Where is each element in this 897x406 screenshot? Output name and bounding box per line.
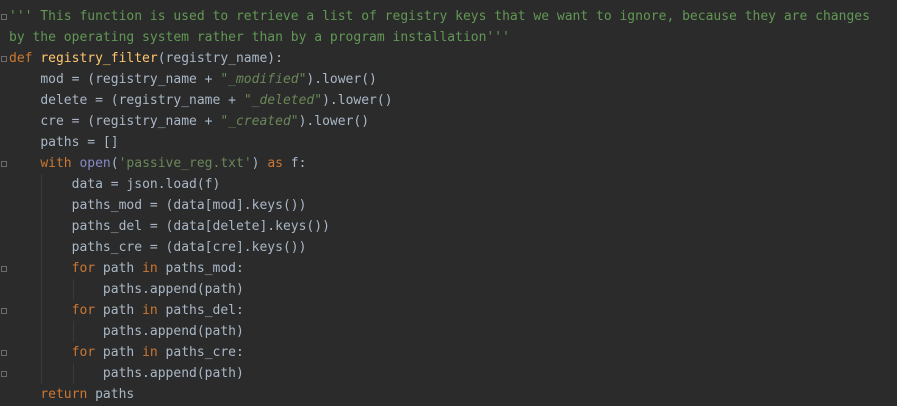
fold-marker-icon[interactable] — [1, 266, 7, 272]
code-line[interactable]: return paths — [9, 384, 870, 405]
fold-marker-icon[interactable] — [1, 371, 7, 377]
code-line[interactable]: for path in paths_cre: — [9, 342, 870, 363]
code-token: "_created" — [220, 114, 299, 129]
code-token: f: — [282, 156, 307, 171]
code-token: data = json.load(f) — [71, 177, 221, 192]
code-token: with — [40, 156, 72, 171]
fold-marker-icon[interactable] — [1, 56, 7, 62]
code-token: paths — [87, 387, 135, 402]
code-token: paths_mod: — [157, 261, 244, 276]
code-token: paths = [] — [40, 135, 119, 150]
code-line[interactable]: with open('passive_reg.txt') as f: — [9, 153, 870, 174]
code-token: paths_del = (data[delete].keys()) — [71, 219, 330, 234]
fold-gutter — [0, 0, 9, 406]
code-token: paths_cre = (data[cre].keys()) — [71, 240, 307, 255]
code-line[interactable]: for path in paths_del: — [9, 300, 870, 321]
fold-marker-icon[interactable] — [1, 161, 7, 167]
code-token: path — [95, 303, 143, 318]
code-token: ( — [110, 156, 119, 171]
code-token: path — [95, 345, 143, 360]
code-line[interactable]: paths.append(path) — [9, 321, 870, 342]
code-token: for — [71, 303, 96, 318]
code-token: paths_del: — [157, 303, 244, 318]
code-line[interactable]: paths_cre = (data[cre].keys()) — [9, 237, 870, 258]
code-area[interactable]: ''' This function is used to retrieve a … — [9, 6, 870, 405]
code-line[interactable]: paths_del = (data[delete].keys()) — [9, 216, 870, 237]
code-token: open — [79, 156, 111, 171]
code-token: def — [9, 51, 33, 66]
code-token: "_deleted" — [243, 93, 323, 108]
code-token: path — [95, 261, 143, 276]
fold-marker-icon[interactable] — [1, 14, 7, 20]
code-token: paths_cre: — [157, 345, 244, 360]
code-line[interactable]: paths_mod = (data[mod].keys()) — [9, 195, 870, 216]
code-token: ).lower() — [306, 72, 377, 87]
code-token: return — [40, 387, 88, 402]
code-line[interactable]: paths.append(path) — [9, 279, 870, 300]
code-token: mod = (registry_name + — [40, 72, 221, 87]
fold-marker-icon[interactable] — [1, 350, 7, 356]
code-line[interactable]: by the operating system rather than by a… — [9, 27, 870, 48]
code-token: in — [142, 345, 158, 360]
code-token: 'passive_reg.txt' — [118, 156, 252, 171]
code-line[interactable]: paths.append(path) — [9, 363, 870, 384]
code-token: in — [142, 303, 158, 318]
code-token: delete = (registry_name + — [40, 93, 244, 108]
code-token: ) — [251, 156, 268, 171]
code-token: ).lower() — [322, 93, 393, 108]
code-token: ''' This function is used to retrieve a … — [9, 9, 870, 24]
code-line[interactable]: paths = [] — [9, 132, 870, 153]
code-line[interactable]: def registry_filter(registry_name): — [9, 48, 870, 69]
code-token: (registry_name): — [157, 51, 283, 66]
code-token: paths.append(path) — [102, 324, 244, 339]
code-line[interactable]: cre = (registry_name + "_created").lower… — [9, 111, 870, 132]
code-token: registry_filter — [40, 51, 158, 66]
code-token: cre = (registry_name + — [40, 114, 221, 129]
code-line[interactable]: data = json.load(f) — [9, 174, 870, 195]
code-line[interactable]: for path in paths_mod: — [9, 258, 870, 279]
fold-marker-icon[interactable] — [1, 308, 7, 314]
code-token: by the operating system rather than by a… — [9, 30, 510, 45]
code-line[interactable]: delete = (registry_name + "_deleted").lo… — [9, 90, 870, 111]
code-line[interactable]: mod = (registry_name + "_modified").lowe… — [9, 69, 870, 90]
code-token: as — [267, 156, 283, 171]
code-token: ).lower() — [298, 114, 370, 129]
code-token: for — [71, 345, 96, 360]
code-token: paths.append(path) — [102, 282, 244, 297]
code-token: for — [71, 261, 96, 276]
code-token: in — [142, 261, 158, 276]
code-token: "_modified" — [220, 72, 307, 87]
code-token: paths.append(path) — [102, 366, 244, 381]
code-token: paths_mod = (data[mod].keys()) — [71, 198, 307, 213]
code-editor[interactable]: ''' This function is used to retrieve a … — [0, 0, 897, 406]
code-line[interactable]: ''' This function is used to retrieve a … — [9, 6, 870, 27]
